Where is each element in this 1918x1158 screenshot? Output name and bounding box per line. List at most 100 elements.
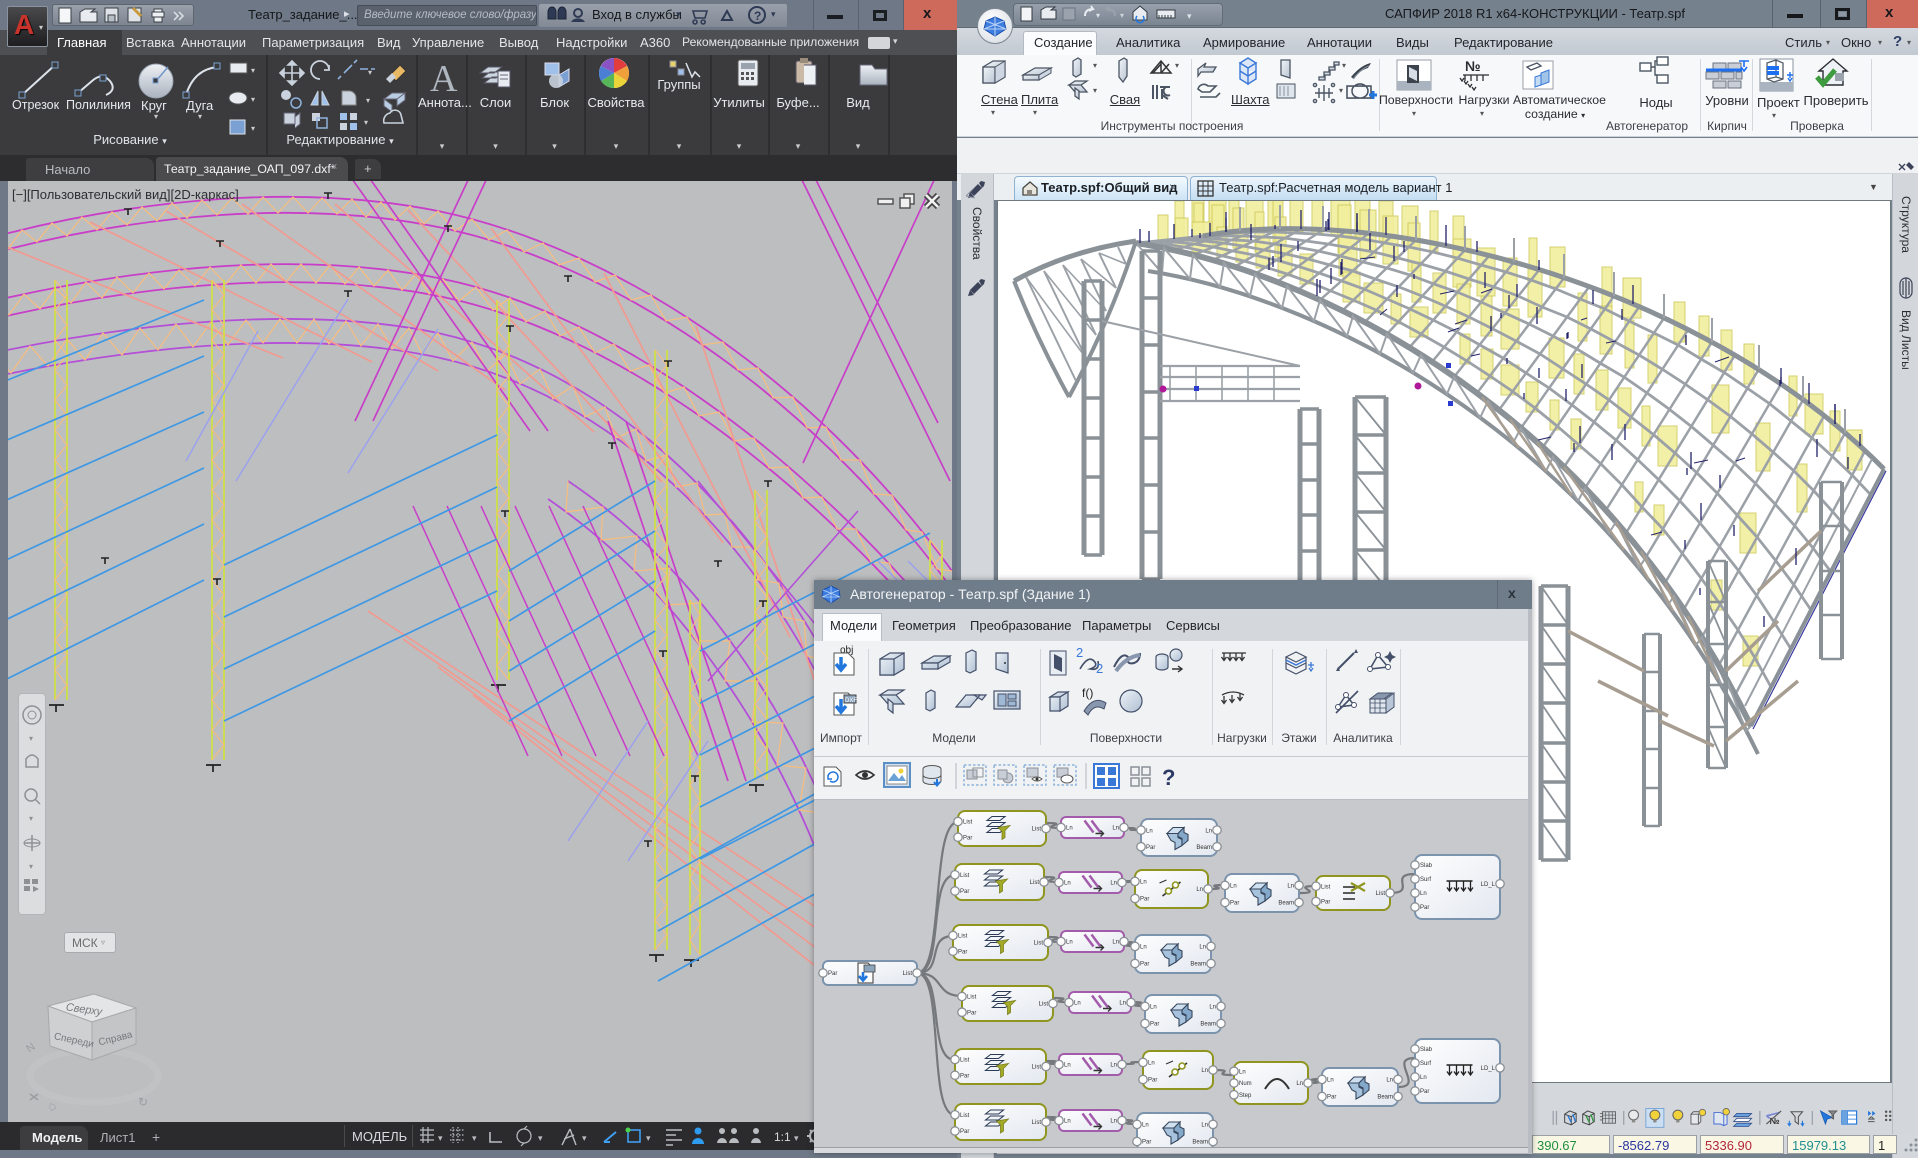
svg-text:Ln: Ln [1296,1081,1303,1087]
svg-text:Ln: Ln [1064,881,1071,887]
svg-text:Slab: Slab [1420,863,1433,869]
svg-text:№: № [1770,1116,1780,1126]
svg-text:Slab: Slab [1420,1047,1433,1053]
svg-text:LD_L: LD_L [1481,882,1496,888]
svg-text:2: 2 [1076,645,1083,660]
svg-text:Ln: Ln [1196,887,1203,893]
svg-text:2: 2 [1096,661,1103,676]
svg-text:▾: ▾ [29,862,33,871]
svg-text:▾: ▾ [251,95,255,104]
svg-text:Step: Step [1239,1093,1252,1099]
svg-text:▾: ▾ [1342,61,1346,70]
svg-text:Par: Par [1146,845,1155,851]
svg-text:Ln: Ln [1112,826,1119,832]
svg-text:Ln: Ln [1142,1123,1149,1129]
svg-text:Ln: Ln [1110,881,1117,887]
svg-text:A: A [430,58,458,100]
svg-text:Beam: Beam [1278,901,1294,907]
svg-text:Par: Par [967,1010,976,1016]
svg-text:Par: Par [1420,905,1429,911]
svg-text:List: List [1032,1120,1042,1126]
svg-text:Par: Par [1230,901,1239,907]
svg-text:▾: ▾ [1120,11,1124,20]
svg-text:Par: Par [1420,1089,1429,1095]
svg-text:Par: Par [960,1129,969,1135]
svg-text:Par: Par [958,949,967,955]
svg-text:Ln: Ln [1110,1119,1117,1125]
svg-text:▾: ▾ [29,814,33,823]
svg-text:Beam: Beam [1190,962,1206,968]
svg-text:List: List [1032,1065,1042,1071]
svg-text:↻: ↻ [138,1095,148,1109]
svg-text:▾: ▾ [472,1133,477,1143]
svg-text:№: № [1465,58,1481,74]
svg-text:f(): f() [1082,686,1093,700]
svg-text:Ln: Ln [1201,1123,1208,1129]
svg-text:Ln: Ln [1201,1068,1208,1074]
svg-text:Ln: Ln [1140,945,1147,951]
svg-text:LD_L: LD_L [1481,1066,1496,1072]
svg-text:▾: ▾ [538,1133,543,1143]
svg-text:Beam: Beam [1196,845,1212,851]
svg-text:Ln: Ln [1119,1001,1126,1007]
svg-text:Ln: Ln [1064,1063,1071,1069]
svg-text:▾: ▾ [646,1133,651,1143]
svg-text:?: ? [754,9,761,23]
svg-text:Ln: Ln [1150,1005,1157,1011]
svg-text:Ln: Ln [1074,1001,1081,1007]
svg-text:Ln: Ln [1239,1069,1246,1075]
svg-text:List: List [903,971,913,977]
svg-text:Ln: Ln [1112,940,1119,946]
svg-text:List: List [1039,1002,1049,1008]
svg-text:List: List [1034,941,1044,947]
svg-text:Ln: Ln [1110,1063,1117,1069]
svg-text:DXF: DXF [845,698,857,704]
svg-text:Ln: Ln [1066,940,1073,946]
svg-text:▾: ▾ [794,1133,799,1143]
svg-text:▾: ▾ [1096,11,1100,20]
svg-text:Ln: Ln [1420,1075,1427,1081]
svg-text:Par: Par [1140,897,1149,903]
svg-text:Par: Par [1150,1022,1159,1028]
svg-text:List: List [1321,884,1331,890]
svg-text:?: ? [1162,765,1175,790]
svg-text:Beam: Beam [1200,1022,1216,1028]
svg-text:Par: Par [1321,900,1330,906]
svg-text:Ln: Ln [1386,1078,1393,1084]
svg-text:▾: ▾ [1175,61,1179,70]
svg-text:Ln: Ln [1205,828,1212,834]
svg-text:Ln: Ln [1287,884,1294,890]
svg-text:▾: ▾ [368,68,372,77]
svg-text:▾: ▾ [29,734,33,743]
svg-text:▾: ▾ [364,118,368,127]
svg-text:Par: Par [828,971,837,977]
svg-text:Ln: Ln [1146,828,1153,834]
svg-text:Par: Par [1327,1095,1336,1101]
svg-text:Ln: Ln [1066,826,1073,832]
svg-text:▾: ▾ [1093,86,1097,95]
svg-text:Par: Par [1148,1078,1157,1084]
svg-text:Ln: Ln [1148,1061,1155,1067]
svg-text:Ln: Ln [1209,1005,1216,1011]
svg-text:Ln: Ln [1420,891,1427,897]
svg-text:Par: Par [1140,962,1149,968]
svg-text:▾: ▾ [582,1133,587,1143]
svg-text:List: List [960,1058,970,1064]
svg-text:Surf: Surf [1420,1061,1431,1067]
svg-text:▾: ▾ [366,96,370,105]
svg-text:List: List [963,820,973,826]
svg-text:Ln: Ln [1199,945,1206,951]
svg-text:Ln: Ln [1140,880,1147,886]
svg-text:▾: ▾ [438,1133,443,1143]
svg-text:Beam: Beam [1377,1095,1393,1101]
svg-text:Par: Par [1142,1140,1151,1146]
svg-text:Ln: Ln [1327,1078,1334,1084]
svg-text:Surf: Surf [1420,877,1431,883]
svg-text:Par: Par [960,1073,969,1079]
svg-text:Ln: Ln [1230,884,1237,890]
svg-text:Ln: Ln [1064,1119,1071,1125]
svg-text:Num: Num [1239,1081,1252,1087]
svg-text:1:1: 1:1 [774,1130,791,1144]
svg-text:▾: ▾ [1187,11,1192,21]
svg-text:Par: Par [963,835,972,841]
